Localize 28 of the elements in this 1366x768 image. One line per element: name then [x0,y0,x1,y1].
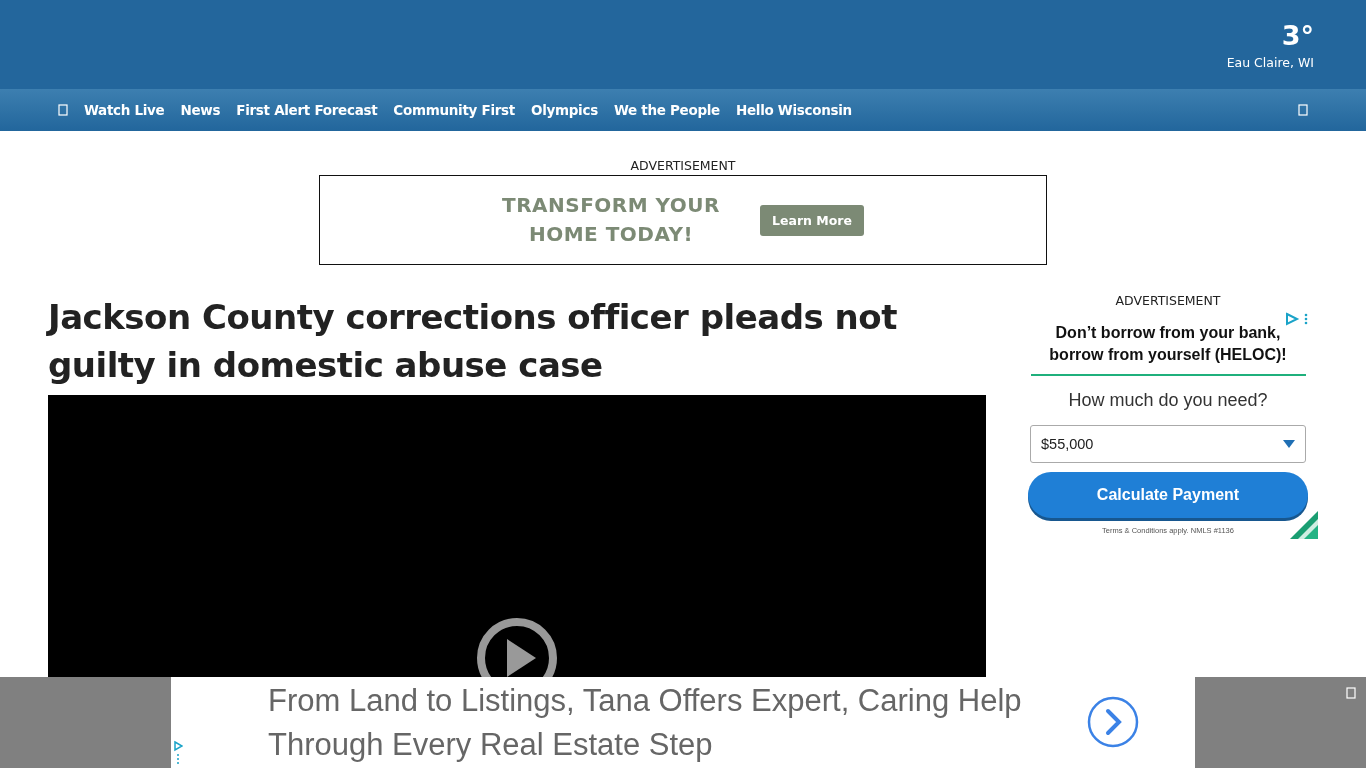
learn-more-button[interactable]: Learn More [760,204,864,236]
ad-text: From Land to Listings, Tana Offers Expert, Caring Help Through Every Real Estate Step [268,681,1023,764]
nav-link[interactable]: Community First [393,102,515,118]
nav-link[interactable]: Watch Live [84,102,165,118]
ad-headline: TRANSFORM YOUR [502,192,720,219]
ad-label: ADVERTISEMENT [1115,293,1221,308]
ad-headline: Don’t borrow from your bank, borrow from yourself (HELOC)! [1030,322,1306,376]
location: Eau Claire, WI [1226,55,1314,70]
ad-label: ADVERTISEMENT [630,158,736,173]
ad-choices-icon[interactable] [173,740,183,766]
amount-dropdown[interactable]: $55,000 [1030,425,1306,463]
ad-question: How much do you need? [1068,390,1268,411]
calculate-payment-button[interactable]: Calculate Payment [1028,472,1308,518]
arrow-right-icon[interactable] [1087,696,1139,748]
dropdown-caret-icon [1283,440,1295,448]
nav-link[interactable]: First Alert Forecast [236,102,378,118]
nav-link[interactable]: Olympics [531,102,598,118]
nav-link[interactable]: Hello Wisconsin [735,102,852,118]
temperature: 3° [1281,20,1314,51]
ad-choices-icon[interactable] [1284,312,1310,326]
banner-ad[interactable]: TRANSFORM YOUR HOME TODAY! Learn More [319,175,1047,265]
play-icon[interactable] [476,617,558,677]
article-title: Jackson County corrections officer pleads not guilty in domestic abuse case [48,296,898,387]
nav-link[interactable]: We the People [613,102,720,118]
nav-link[interactable]: News [180,102,221,118]
bottom-banner-ad[interactable]: From Land to Listings, Tana Offers Expert, Caring Help Through Every Real Estate Step [171,677,1195,768]
ad-headline: HOME TODAY! [528,221,694,248]
corner-stripes-icon [1290,511,1318,539]
